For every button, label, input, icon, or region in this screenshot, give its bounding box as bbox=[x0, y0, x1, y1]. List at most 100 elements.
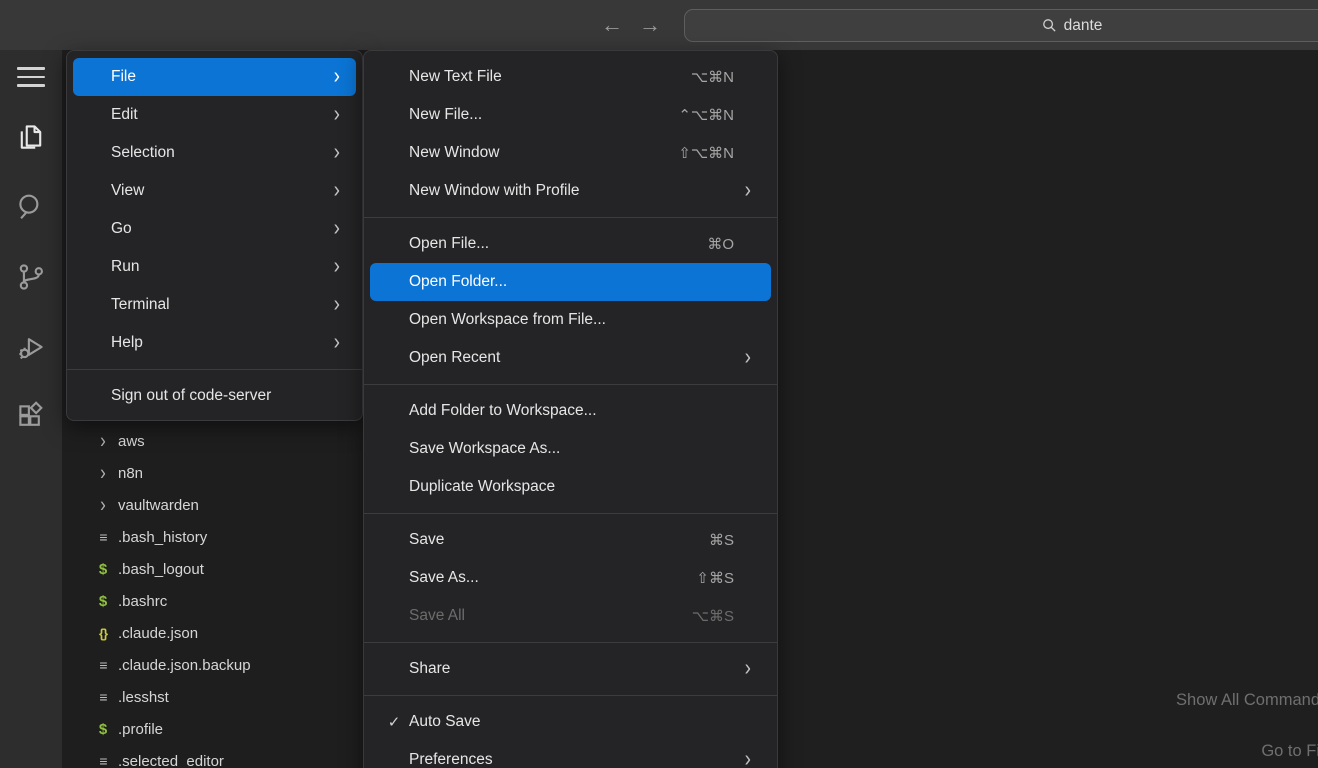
tree-item-bash-logout[interactable]: $ .bash_logout bbox=[62, 553, 363, 585]
menu-item-save-as[interactable]: Save As... ⇧⌘S bbox=[370, 559, 771, 597]
menu-label: New Window bbox=[409, 144, 678, 162]
menu-item-file[interactable]: File › bbox=[73, 58, 356, 96]
menu-item-terminal[interactable]: Terminal › bbox=[73, 286, 356, 324]
menu-item-save[interactable]: Save ⌘S bbox=[370, 521, 771, 559]
menu-item-preferences[interactable]: Preferences › bbox=[370, 741, 771, 768]
tree-item-selected-editor[interactable]: ≡ .selected_editor bbox=[62, 745, 363, 768]
menu-item-help[interactable]: Help › bbox=[73, 324, 356, 362]
menu-label: Edit bbox=[111, 106, 334, 124]
search-icon bbox=[14, 190, 48, 224]
menu-item-edit[interactable]: Edit › bbox=[73, 96, 356, 134]
menu-label: Preferences bbox=[409, 751, 745, 768]
menu-label: New Text File bbox=[409, 68, 691, 86]
menu-item-share[interactable]: Share › bbox=[370, 650, 771, 688]
tree-item-profile[interactable]: $ .profile bbox=[62, 713, 363, 745]
menu-label: Selection bbox=[111, 144, 334, 162]
menu-label: Add Folder to Workspace... bbox=[409, 402, 771, 420]
navigate-forward-button[interactable]: → bbox=[636, 11, 664, 39]
tree-item-lesshst[interactable]: ≡ .lesshst bbox=[62, 681, 363, 713]
activity-source-control-button[interactable] bbox=[0, 250, 62, 304]
chevron-right-icon: › bbox=[745, 345, 751, 371]
file-name: .profile bbox=[118, 721, 163, 738]
menu-item-duplicate-workspace[interactable]: Duplicate Workspace bbox=[370, 468, 771, 506]
menu-item-save-workspace-as[interactable]: Save Workspace As... bbox=[370, 430, 771, 468]
text-file-icon: ≡ bbox=[92, 753, 114, 768]
tree-item-n8n[interactable]: › n8n bbox=[62, 457, 363, 489]
menu-item-open-workspace-from-file[interactable]: Open Workspace from File... bbox=[370, 301, 771, 339]
text-file-icon: ≡ bbox=[92, 689, 114, 705]
file-name: .claude.json.backup bbox=[118, 657, 251, 674]
file-name: .bashrc bbox=[118, 593, 167, 610]
menu-item-view[interactable]: View › bbox=[73, 172, 356, 210]
menu-separator bbox=[364, 217, 777, 218]
chevron-right-icon: › bbox=[334, 178, 340, 204]
menu-item-add-folder-to-workspace[interactable]: Add Folder to Workspace... bbox=[370, 392, 771, 430]
chevron-right-icon: › bbox=[334, 140, 340, 166]
text-file-icon: ≡ bbox=[92, 657, 114, 673]
menu-label: Share bbox=[409, 660, 745, 678]
menu-item-sign-out[interactable]: Sign out of code-server bbox=[73, 377, 356, 415]
chevron-right-icon: › bbox=[334, 216, 340, 242]
file-tree: › aws › n8n › vaultwarden ≡ .bash_histor… bbox=[62, 425, 363, 768]
menu-label: Open Recent bbox=[409, 349, 745, 367]
menu-item-auto-save[interactable]: ✓ Auto Save bbox=[370, 703, 771, 741]
watermark-shortcut-label: Show All Command bbox=[1176, 691, 1318, 710]
menu-separator bbox=[364, 695, 777, 696]
title-bar: ← → dante bbox=[0, 0, 1318, 50]
application-menu-button[interactable] bbox=[0, 50, 62, 104]
menu-label: Save All bbox=[409, 607, 692, 625]
activity-bar bbox=[0, 50, 62, 768]
command-center-search[interactable]: dante bbox=[684, 9, 1318, 42]
chevron-right-icon: › bbox=[745, 656, 751, 682]
activity-explorer-button[interactable] bbox=[0, 110, 62, 164]
tree-item-claude-json-backup[interactable]: ≡ .claude.json.backup bbox=[62, 649, 363, 681]
file-name: aws bbox=[118, 433, 145, 450]
menu-label: Open Folder... bbox=[409, 273, 771, 291]
file-name: .lesshst bbox=[118, 689, 169, 706]
chevron-right-icon: › bbox=[745, 747, 751, 768]
source-control-icon bbox=[14, 260, 48, 294]
menu-item-save-all: Save All ⌥⌘S bbox=[370, 597, 771, 635]
tree-item-bashrc[interactable]: $ .bashrc bbox=[62, 585, 363, 617]
run-and-debug-icon bbox=[14, 330, 48, 364]
menu-label: New Window with Profile bbox=[409, 182, 745, 200]
menu-separator bbox=[364, 384, 777, 385]
checkmark-icon: ✓ bbox=[382, 703, 406, 741]
activity-run-debug-button[interactable] bbox=[0, 320, 62, 374]
menu-label: Open Workspace from File... bbox=[409, 311, 771, 329]
file-submenu: New Text File ⌥⌘N New File... ⌃⌥⌘N New W… bbox=[363, 50, 778, 768]
menu-item-new-window[interactable]: New Window ⇧⌥⌘N bbox=[370, 134, 771, 172]
hamburger-menu-icon bbox=[17, 67, 45, 86]
menu-label: Save As... bbox=[409, 569, 696, 587]
activity-extensions-button[interactable] bbox=[0, 390, 62, 444]
menu-item-go[interactable]: Go › bbox=[73, 210, 356, 248]
menu-item-new-window-with-profile[interactable]: New Window with Profile › bbox=[370, 172, 771, 210]
menu-item-open-file[interactable]: Open File... ⌘O bbox=[370, 225, 771, 263]
keybinding-label: ⌥⌘N bbox=[691, 68, 734, 86]
menu-item-new-file[interactable]: New File... ⌃⌥⌘N bbox=[370, 96, 771, 134]
keybinding-label: ⌘O bbox=[707, 235, 734, 253]
shell-script-icon: $ bbox=[92, 593, 114, 610]
code-server-window: Show All Command Go to Fi › aws › n8n › … bbox=[0, 0, 1318, 768]
keybinding-label: ⇧⌥⌘N bbox=[678, 144, 734, 162]
keybinding-label: ⇧⌘S bbox=[696, 569, 734, 587]
menu-label: Save Workspace As... bbox=[409, 440, 771, 458]
file-name: n8n bbox=[118, 465, 143, 482]
explorer-icon bbox=[14, 120, 48, 154]
tree-item-claude-json[interactable]: {} .claude.json bbox=[62, 617, 363, 649]
file-name: .bash_logout bbox=[118, 561, 204, 578]
json-file-icon: {} bbox=[92, 626, 114, 641]
menu-item-selection[interactable]: Selection › bbox=[73, 134, 356, 172]
tree-item-aws[interactable]: › aws bbox=[62, 425, 363, 457]
activity-search-button[interactable] bbox=[0, 180, 62, 234]
menu-item-run[interactable]: Run › bbox=[73, 248, 356, 286]
tree-item-bash-history[interactable]: ≡ .bash_history bbox=[62, 521, 363, 553]
navigate-back-button[interactable]: ← bbox=[598, 11, 626, 39]
menu-item-open-recent[interactable]: Open Recent › bbox=[370, 339, 771, 377]
chevron-right-icon: › bbox=[334, 292, 340, 318]
menu-item-new-text-file[interactable]: New Text File ⌥⌘N bbox=[370, 58, 771, 96]
menu-item-open-folder[interactable]: Open Folder... bbox=[370, 263, 771, 301]
keybinding-label: ⌘S bbox=[709, 531, 734, 549]
tree-item-vaultwarden[interactable]: › vaultwarden bbox=[62, 489, 363, 521]
text-file-icon: ≡ bbox=[92, 529, 114, 545]
